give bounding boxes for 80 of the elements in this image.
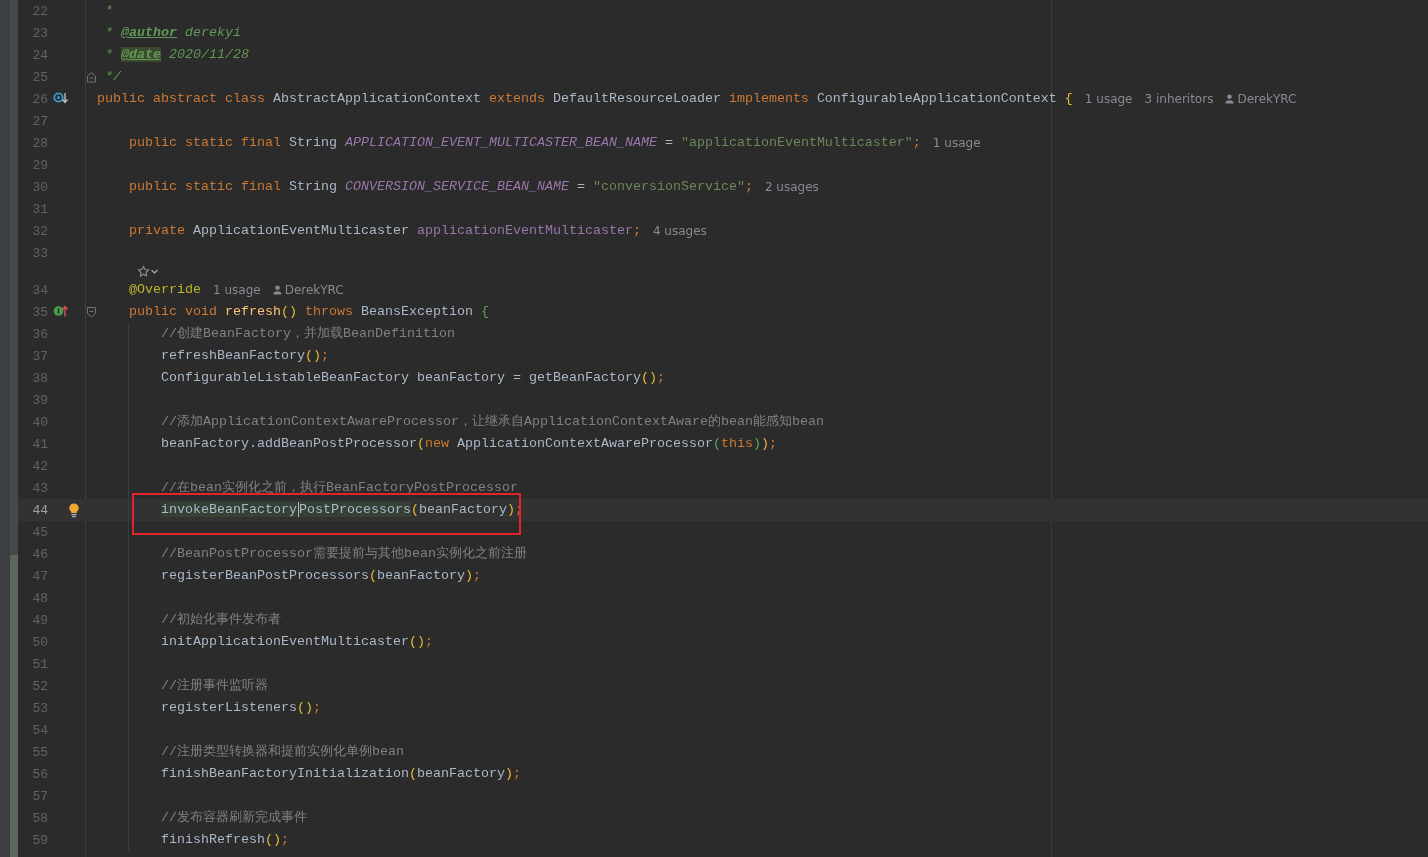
usage-hint[interactable]: 1 usage: [932, 136, 981, 150]
line-number: 26: [31, 91, 48, 107]
line-number: 47: [31, 568, 48, 584]
line-number: 39: [31, 392, 48, 408]
line-number: 31: [31, 201, 48, 217]
chevron-down-icon[interactable]: [150, 267, 159, 276]
line-number: 45: [31, 524, 48, 540]
line-number: 55: [31, 744, 48, 760]
fold-icon[interactable]: [85, 70, 97, 84]
usage-hint[interactable]: 3 inheritors: [1144, 92, 1214, 106]
line-number: 34: [31, 282, 48, 298]
line-number: 43: [31, 480, 48, 496]
doc-comment-line: * @date 2020/11/28: [105, 46, 249, 64]
usage-hint[interactable]: 4 usages: [652, 224, 707, 238]
code-line: public void refresh() throws BeansException {: [129, 303, 489, 321]
lightbulb-icon[interactable]: [66, 502, 82, 518]
code-line: private ApplicationEventMulticaster applicationEventMulticaster;: [129, 222, 641, 240]
line-number: 50: [31, 634, 48, 650]
code-line: registerListeners();: [161, 699, 321, 717]
code-line: //发布容器刷新完成事件: [161, 809, 307, 827]
code-line: public static final String APPLICATION_EVENT_MULTICASTER_BEAN_NAME = "applicationEventMulticaster";: [129, 134, 921, 152]
badge-up-arrow-icon[interactable]: [53, 304, 69, 320]
line-number: 56: [31, 766, 48, 782]
code-line: initApplicationEventMulticaster();: [161, 633, 433, 651]
author-hint[interactable]: DerekYRC: [284, 283, 344, 297]
line-number: 44: [31, 502, 48, 518]
fold-icon[interactable]: [85, 305, 97, 319]
line-number: 57: [31, 788, 48, 804]
code-line: registerBeanPostProcessors(beanFactory);: [161, 567, 481, 585]
line-number: 29: [31, 157, 48, 173]
line-number: 48: [31, 590, 48, 606]
code-line: //添加ApplicationContextAwareProcessor，让继承自ApplicationContextAware的bean能感知bean: [161, 413, 824, 431]
line-number: 58: [31, 810, 48, 826]
usage-hint[interactable]: 1 usage: [1084, 92, 1133, 106]
code-line: finishRefresh();: [161, 831, 289, 849]
line-number: 30: [31, 179, 48, 195]
author-hint[interactable]: DerekYRC: [1237, 92, 1297, 106]
line-number: 52: [31, 678, 48, 694]
line-number: 40: [31, 414, 48, 430]
code-line: finishBeanFactoryInitialization(beanFactory);: [161, 765, 521, 783]
line-number: 35: [31, 304, 48, 320]
line-number: 28: [31, 135, 48, 151]
line-number: 49: [31, 612, 48, 628]
line-number: 36: [31, 326, 48, 342]
person-icon: [1225, 94, 1235, 104]
code-line: //注册事件监听器: [161, 677, 268, 695]
line-number: 24: [31, 47, 48, 63]
code-line: refreshBeanFactory();: [161, 347, 329, 365]
line-number: 37: [31, 348, 48, 364]
line-number: 51: [31, 656, 48, 672]
line-number: 33: [31, 245, 48, 261]
code-line: //初始化事件发布者: [161, 611, 281, 629]
swirl-icon[interactable]: [137, 265, 150, 278]
line-number: 23: [31, 25, 48, 41]
usage-hint[interactable]: 1 usage: [213, 283, 261, 297]
line-number: 27: [31, 113, 48, 129]
line-number: 25: [31, 69, 48, 85]
line-number: 46: [31, 546, 48, 562]
line-number: 32: [31, 223, 48, 239]
code-line: //注册类型转换器和提前实例化单例bean: [161, 743, 404, 761]
line-number: 59: [31, 832, 48, 848]
code-line: ConfigurableListableBeanFactory beanFactory = getBeanFactory();: [161, 369, 665, 387]
line-number: 53: [31, 700, 48, 716]
code-line: @Override: [129, 281, 201, 299]
code-line: //创建BeanFactory，并加载BeanDefinition: [161, 325, 455, 343]
person-icon: [272, 285, 282, 295]
code-line: beanFactory.addBeanPostProcessor(new ApplicationContextAwareProcessor(this));: [161, 435, 777, 453]
line-number: 54: [31, 722, 48, 738]
usage-hint[interactable]: 2 usages: [764, 180, 819, 194]
line-number: 22: [31, 3, 48, 19]
line-number: 41: [31, 436, 48, 452]
doc-comment-line: * @author derekyi: [105, 24, 241, 42]
code-line: public abstract class AbstractApplicationContext extends DefaultResourceLoader implements ConfigurableApplicationContext {: [97, 90, 1073, 108]
doc-comment-line: *: [105, 2, 113, 20]
code-line: //在bean实例化之前，执行BeanFactoryPostProcessor: [161, 479, 518, 497]
line-number: 38: [31, 370, 48, 386]
code-line: public static final String CONVERSION_SERVICE_BEAN_NAME = "conversionService";: [129, 178, 753, 196]
code-line: //BeanPostProcessor需要提前与其他bean实例化之前注册: [161, 545, 527, 563]
doc-comment-line: */: [105, 68, 121, 86]
line-number: 42: [31, 458, 48, 474]
